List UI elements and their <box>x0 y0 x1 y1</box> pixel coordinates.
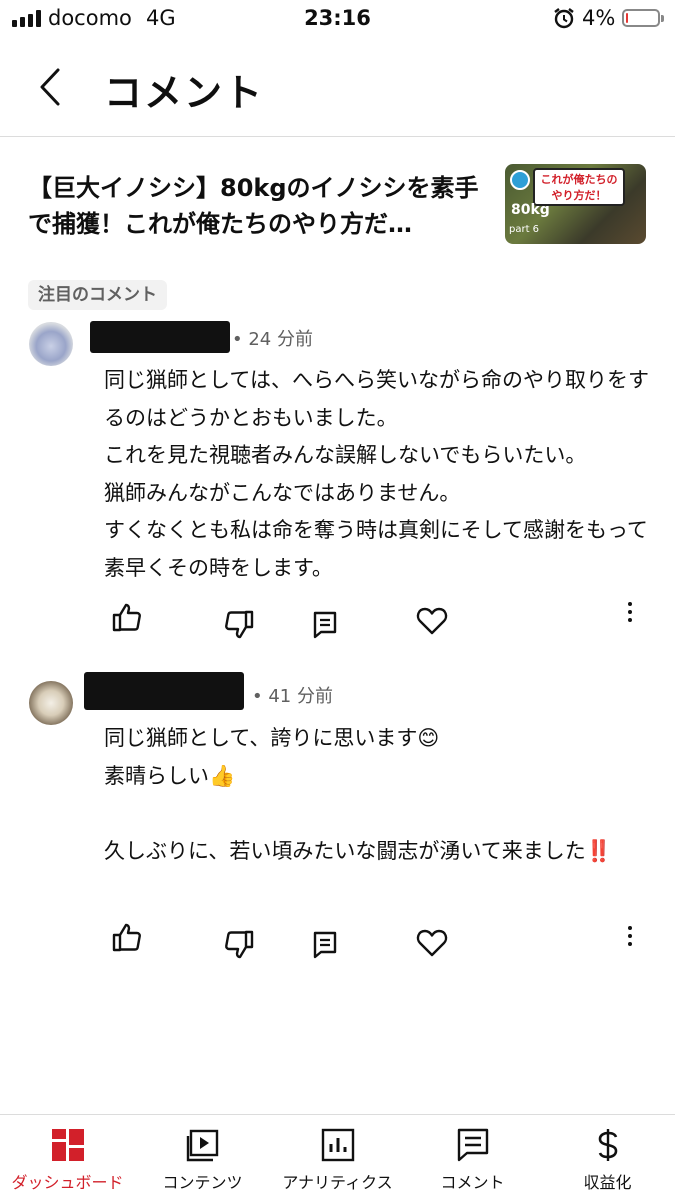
thumbnail-caption: これが俺たちの やり方だ！ <box>533 168 625 206</box>
battery-icon <box>622 9 664 27</box>
app-header: コメント <box>0 40 675 137</box>
redacted-username <box>84 672 244 710</box>
reply-icon[interactable] <box>308 608 342 642</box>
reply-icon[interactable] <box>308 928 342 962</box>
nav-label: コンテンツ <box>162 1173 243 1192</box>
comment-actions <box>0 920 675 960</box>
nav-item-comments[interactable]: コメント <box>405 1115 540 1201</box>
dollar-icon <box>598 1129 617 1161</box>
chevron-left-icon[interactable] <box>30 62 70 112</box>
nav-label: コメント <box>440 1173 505 1192</box>
redacted-username <box>90 321 230 353</box>
nav-label: 収益化 <box>583 1173 632 1192</box>
analytics-icon <box>321 1128 354 1162</box>
thumbnail-weight: 80kg <box>511 202 550 218</box>
bottom-nav: ダッシュボード コンテンツ アナリティクス コメント 収益化 <box>0 1114 675 1201</box>
comments-icon <box>457 1128 488 1162</box>
commenter-avatar[interactable] <box>29 681 73 725</box>
thumbnail-part: part 6 <box>509 224 540 235</box>
nav-label: アナリティクス <box>282 1173 393 1192</box>
battery-level <box>626 13 628 23</box>
channel-badge-icon <box>510 170 530 190</box>
nav-item-monetization[interactable]: 収益化 <box>540 1115 675 1201</box>
nav-item-content[interactable]: コンテンツ <box>135 1115 270 1201</box>
dislike-icon[interactable] <box>222 608 256 642</box>
comment-actions <box>0 600 675 640</box>
like-icon[interactable] <box>110 600 144 634</box>
more-options-icon[interactable] <box>620 922 640 956</box>
thumbnail-caption-line1: これが俺たちの <box>540 173 618 186</box>
nav-item-analytics[interactable]: アナリティクス <box>270 1115 405 1201</box>
video-title[interactable]: 【巨大イノシシ】80kgのイノシシを素手で捕獲！これが俺たちのやり方だ… <box>28 170 488 242</box>
commenter-avatar[interactable] <box>29 322 73 366</box>
status-bar: docomo 4G 23:16 4% <box>0 0 675 40</box>
more-options-icon[interactable] <box>620 598 640 632</box>
like-icon[interactable] <box>110 920 144 954</box>
comment-time: • 24 分前 <box>232 329 313 350</box>
heart-icon[interactable] <box>415 604 449 638</box>
heart-icon[interactable] <box>415 926 449 960</box>
video-thumbnail[interactable]: これが俺たちの やり方だ！ 80kg part 6 <box>505 164 646 244</box>
page-title: コメント <box>104 71 265 115</box>
comment-text: 同じ猟師としては、へらへら笑いながら命のやり取りをするのはどうかとおもいました。… <box>104 368 649 580</box>
comment-time: • 41 分前 <box>252 686 333 707</box>
nav-label: ダッシュボード <box>11 1173 124 1192</box>
alarm-icon <box>554 8 574 29</box>
highlighted-comments-chip: 注目のコメント <box>28 280 167 310</box>
battery-percent: 4% <box>582 6 616 30</box>
dashboard-icon <box>51 1129 84 1161</box>
dislike-icon[interactable] <box>222 928 256 962</box>
content-icon <box>186 1129 218 1162</box>
nav-item-dashboard[interactable]: ダッシュボード <box>0 1115 135 1201</box>
comment-text: 同じ猟師として、誇りに思います😊 素晴らしい👍 久しぶりに、若い頃みたいな闘志が… <box>104 726 612 863</box>
